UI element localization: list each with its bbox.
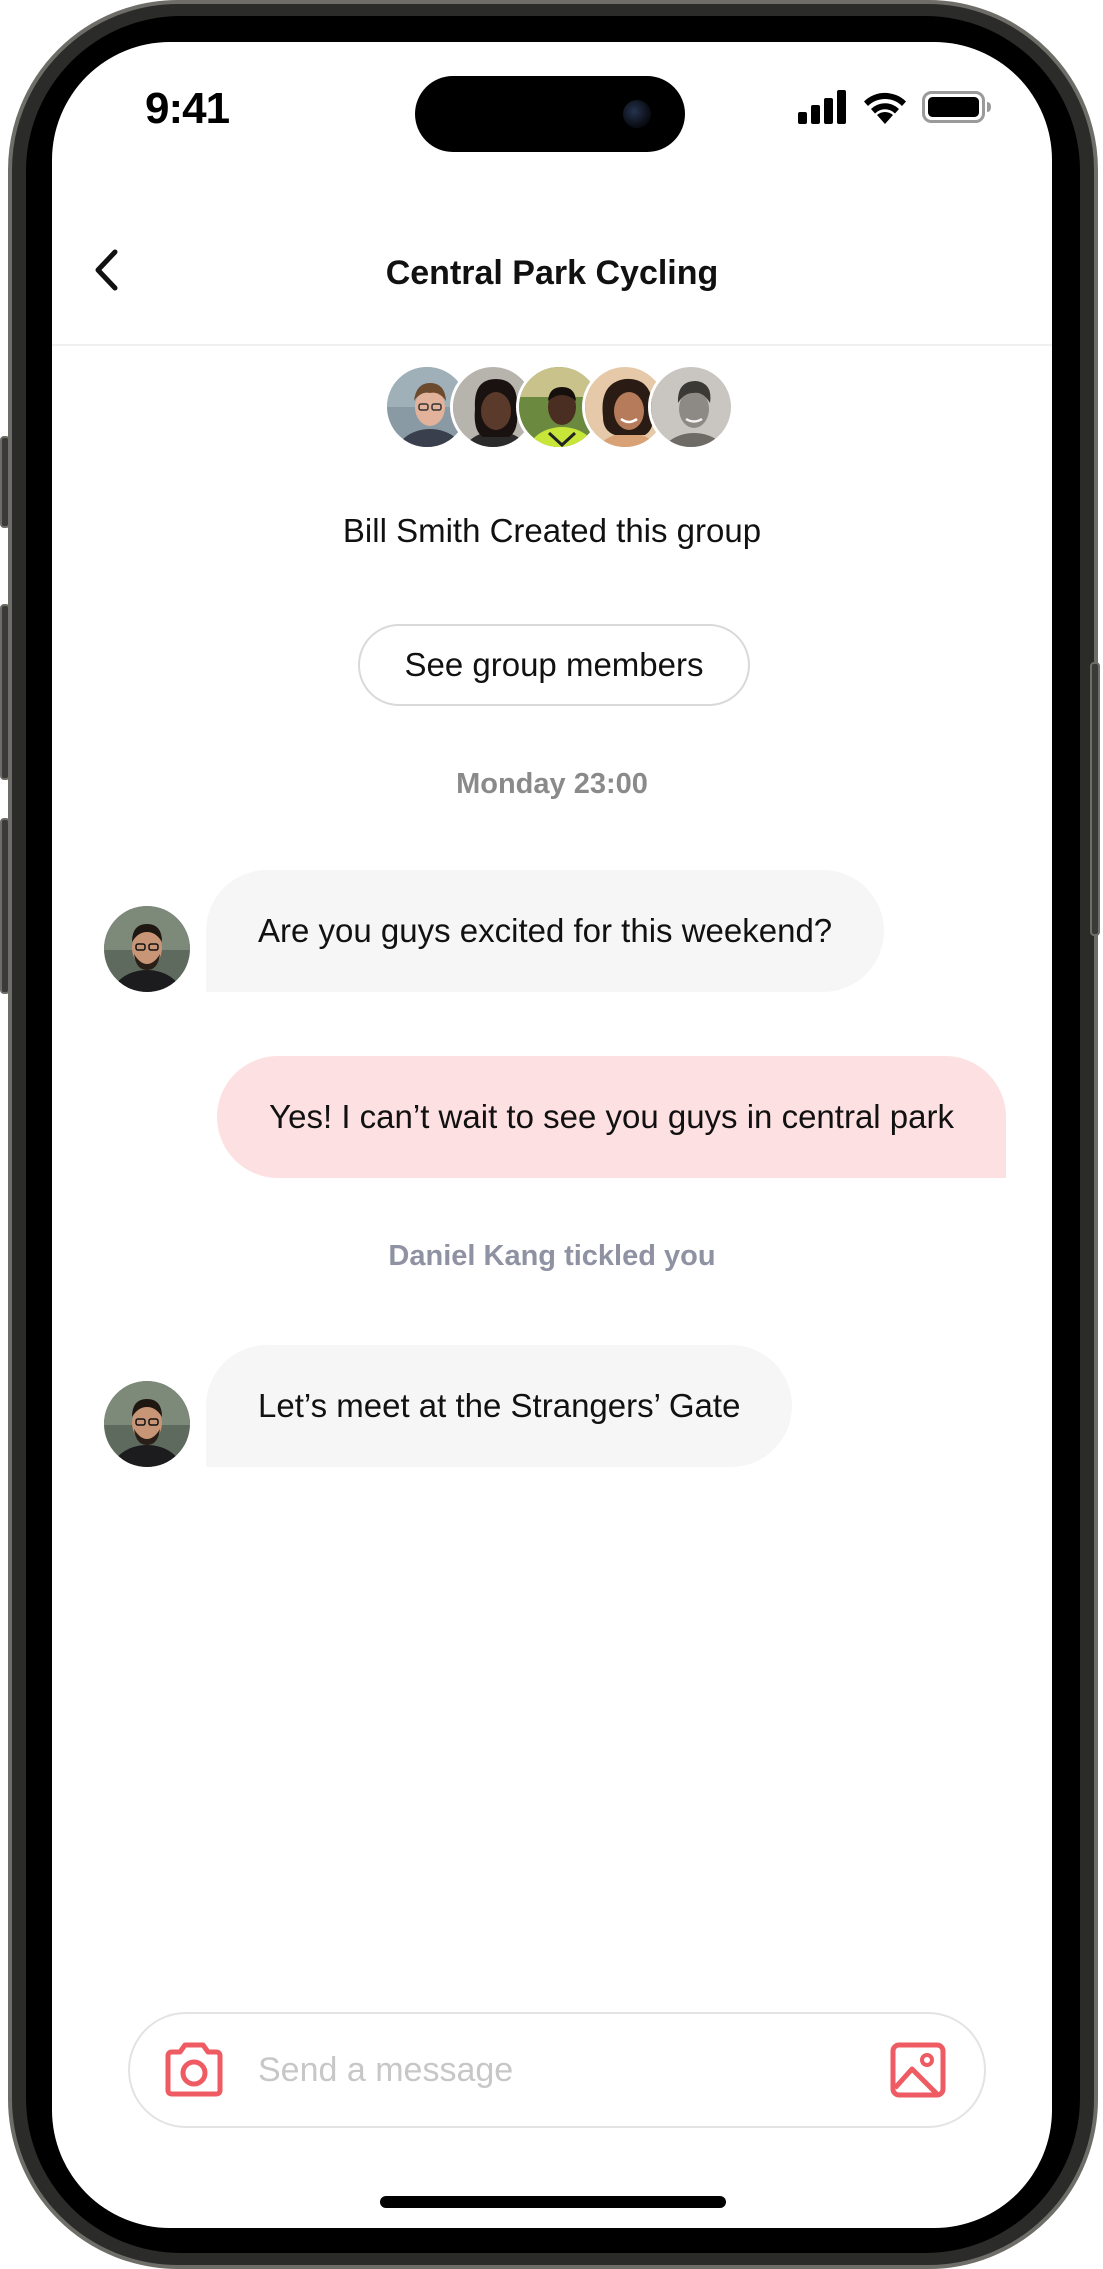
battery-icon [922,91,991,123]
app-screen: 9:41 Central Park Cycling Bill Smith Cre… [52,42,1052,2228]
member-avatar-5 [648,364,734,450]
volume-up-button [0,604,10,780]
camera-button[interactable] [162,2042,226,2098]
sender-avatar[interactable] [104,1381,190,1467]
wifi-icon [864,92,906,124]
image-picker-button[interactable] [890,2042,946,2098]
message-text: Are you guys excited for this weekend? [258,912,833,949]
action-button [0,436,10,528]
message-text: Yes! I can’t wait to see you guys in cen… [269,1098,954,1135]
message-bubble-outgoing[interactable]: Yes! I can’t wait to see you guys in cen… [217,1056,1006,1178]
message-timestamp: Monday 23:00 [456,768,648,800]
volume-down-button [0,818,10,994]
image-icon [890,2042,946,2098]
status-time: 9:41 [145,84,230,133]
dynamic-island [415,76,685,152]
sender-avatar[interactable] [104,906,190,992]
home-indicator[interactable] [380,2196,726,2208]
message-input[interactable] [256,2038,816,2102]
group-member-avatars [384,364,744,450]
message-bubble-incoming[interactable]: Let’s meet at the Strangers’ Gate [206,1345,793,1467]
see-group-members-button[interactable]: See group members [358,624,750,706]
group-created-text: Bill Smith Created this group [342,512,762,549]
nav-bar: Central Park Cycling [52,202,1052,346]
message-composer [128,2012,986,2128]
tickle-notification: Daniel Kang tickled you [388,1240,716,1272]
camera-icon [165,2042,223,2097]
front-camera [623,100,651,128]
page-title: Central Park Cycling [385,254,719,292]
power-button [1090,662,1100,936]
message-bubble-incoming[interactable]: Are you guys excited for this weekend? [206,870,885,992]
status-icons [798,90,992,124]
message-text: Let’s meet at the Strangers’ Gate [258,1387,741,1424]
signal-icon [798,90,846,124]
